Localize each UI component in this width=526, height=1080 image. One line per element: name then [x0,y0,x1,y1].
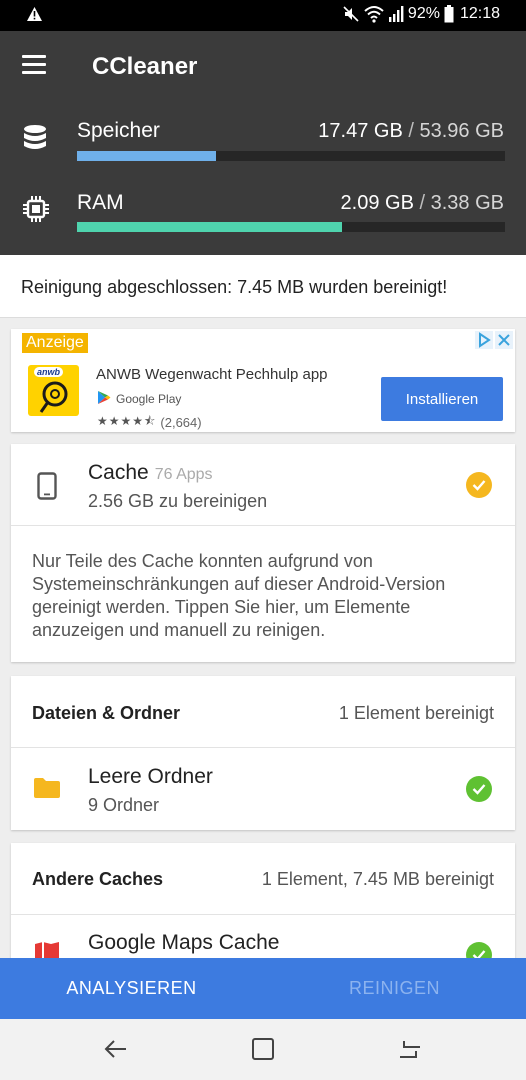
section-title-other-caches: Andere Caches [32,869,164,889]
storage-progress-bar [77,151,505,161]
cache-title: Cache [88,461,149,484]
storage-total: 53.96 GB [419,120,504,142]
wifi-icon [364,5,384,23]
signal-icon [388,5,404,23]
ram-separator: / [419,192,426,214]
ad-rating: ★★★★⯪ (2,664) [97,412,202,433]
section-summary-other-caches: 1 Element, 7.45 MB bereinigt [261,869,494,889]
install-button[interactable]: Installieren [381,377,503,421]
hamburger-menu-icon[interactable] [22,55,50,79]
cache-app-count: 76 Apps [154,466,213,483]
battery-percent: 92% [407,5,440,22]
storage-used: 17.47 GB [318,120,403,142]
ad-card[interactable]: Anzeige anwb ANWB Wegenwacht Pechhulp ap… [11,329,515,432]
files-folders-card[interactable]: Dateien & Ordner 1 Element bereinigt Lee… [11,676,515,830]
cleaning-result-text: Reinigung abgeschlossen: 7.45 MB wurden … [21,277,448,297]
storage-database-icon [22,124,50,154]
cache-size: 2.56 GB zu bereinigen [88,491,268,511]
ram-progress-bar [77,222,505,232]
ad-close-icon[interactable] [495,331,513,354]
app-header: CCleaner Speicher 17.47 GB / 53.96 GB RA… [0,31,526,255]
ram-chip-icon [22,195,50,225]
phone-icon [37,472,57,505]
ram-label: RAM [77,191,124,214]
ad-store-name: Google Play [116,392,182,406]
mute-icon [342,5,360,23]
divider [11,525,515,526]
section-summary-files: 1 Element bereinigt [338,703,494,723]
recent-apps-icon[interactable] [396,1035,424,1063]
ad-choices-controls[interactable] [475,331,513,354]
ad-rating-count: (2,664) [160,415,202,430]
clock: 12:18 [459,5,500,22]
status-bar: 92% 12:18 [0,0,526,31]
cache-note[interactable]: Nur Teile des Cache konnten aufgrund von… [32,550,502,642]
cleaning-result-banner: Reinigung abgeschlossen: 7.45 MB wurden … [0,255,526,318]
back-arrow-icon[interactable] [102,1035,130,1063]
divider [11,914,515,915]
folder-icon [33,777,61,804]
google-play-icon [97,390,111,408]
battery-icon [444,5,454,23]
ram-total: 3.38 GB [430,192,504,214]
check-circle-icon [466,776,492,802]
storage-progress-fill [77,151,216,161]
cache-title-row: Cache 76 Apps [88,461,213,485]
home-square-icon[interactable] [249,1035,277,1063]
ram-progress-fill [77,222,342,232]
storage-separator: / [408,120,414,142]
empty-folders-title: Leere Ordner [88,765,213,788]
analyze-button[interactable]: ANALYSIEREN [0,958,263,1019]
google-maps-cache-title: Google Maps Cache [88,931,280,954]
ram-used: 2.09 GB [340,192,414,214]
ad-label: Anzeige [22,333,88,353]
app-title: CCleaner [92,53,198,80]
star-rating-icon: ★★★★⯪ [97,414,157,428]
empty-folders-count: 9 Ordner [88,795,160,815]
cache-card[interactable]: Cache 76 Apps 2.56 GB zu bereinigen Nur T… [11,444,515,662]
ad-app-title: ANWB Wegenwacht Pechhulp app [96,366,328,383]
check-circle-icon [466,472,492,498]
section-title-files: Dateien & Ordner [32,703,181,723]
adchoices-icon[interactable] [475,331,493,354]
ram-value: 2.09 GB / 3.38 GB [341,192,504,215]
bottom-action-bar: ANALYSIEREN REINIGEN [0,958,526,1019]
system-navigation-bar [0,1019,526,1080]
storage-label: Speicher [77,119,160,142]
ad-app-logo: anwb [28,365,79,416]
divider [11,747,515,748]
storage-value: 17.47 GB / 53.96 GB [318,120,504,143]
warning-icon [26,6,43,27]
clean-button[interactable]: REINIGEN [263,958,526,1019]
ad-store-badge: Google Play [97,390,181,408]
